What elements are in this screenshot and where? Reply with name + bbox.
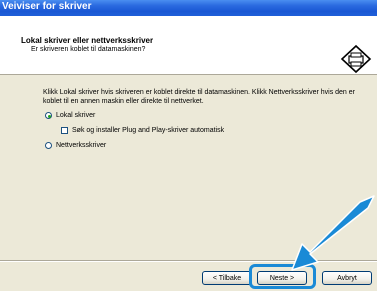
header-title: Lokal skriver eller nettverksskriver xyxy=(21,36,154,45)
wizard-window: Veiviser for skriver Lokal skriver eller… xyxy=(0,0,377,291)
printer-wizard-icon xyxy=(340,44,372,74)
radio-button-checked[interactable] xyxy=(45,112,52,119)
header-subtitle: Er skriveren koblet til datamaskinen? xyxy=(31,46,146,53)
checkbox[interactable] xyxy=(61,127,68,134)
wizard-header: Lokal skriver eller nettverksskriver Er … xyxy=(0,16,377,75)
back-button[interactable]: < Tilbake xyxy=(202,271,252,285)
radio-network-label[interactable]: Nettverksskriver xyxy=(56,142,106,149)
title-bar[interactable]: Veiviser for skriver xyxy=(0,0,377,16)
checkbox-plug-and-play[interactable]: Søk og installer Plug and Play-skriver a… xyxy=(61,125,224,136)
radio-local-printer[interactable]: Lokal skriver xyxy=(45,110,95,121)
intro-text: Klikk Lokal skriver hvis skriveren er ko… xyxy=(43,89,355,105)
pointer-arrow-icon xyxy=(291,195,375,271)
radio-local-label[interactable]: Lokal skriver xyxy=(56,112,95,119)
radio-network-printer[interactable]: Nettverksskriver xyxy=(45,140,106,151)
window-title: Veiviser for skriver xyxy=(2,1,92,12)
radio-button[interactable] xyxy=(45,142,52,149)
checkbox-plug-and-play-label[interactable]: Søk og installer Plug and Play-skriver a… xyxy=(72,127,224,134)
